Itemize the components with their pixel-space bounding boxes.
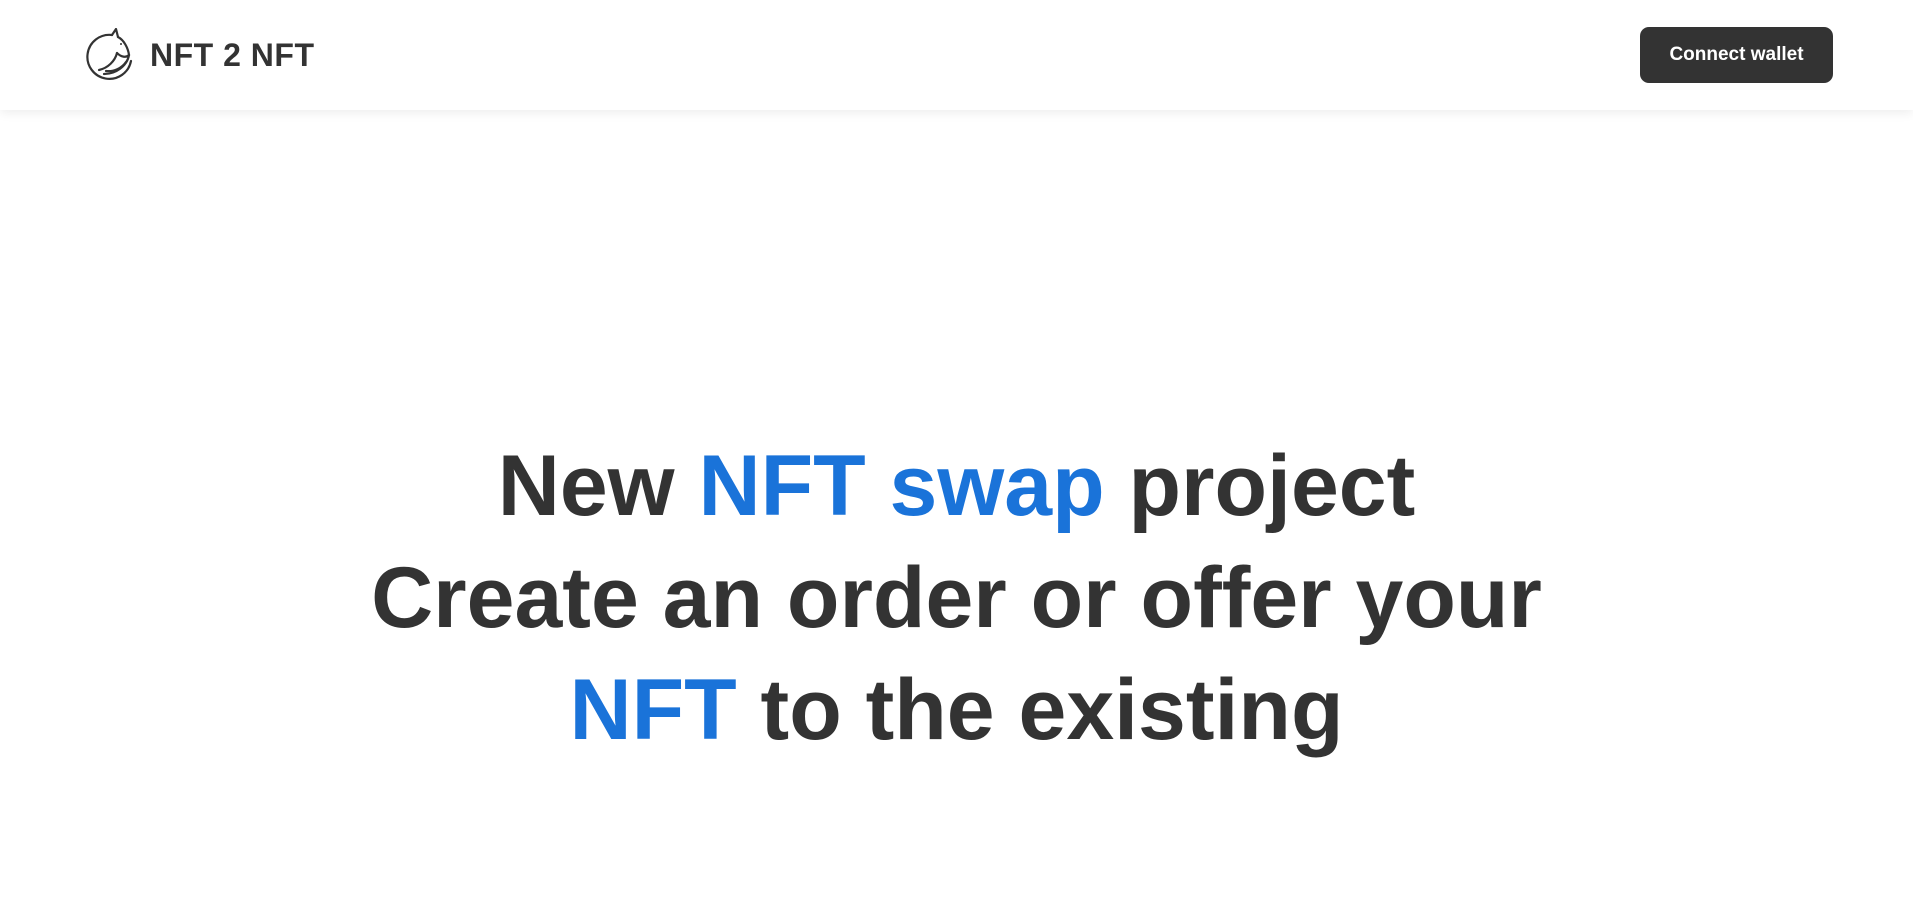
hero-accent-text: NFT — [569, 662, 737, 758]
hero-text: Create an order or offer your — [371, 550, 1542, 646]
hero-headline-line-2: Create an order or offer your — [0, 542, 1913, 654]
connect-wallet-button[interactable]: Connect wallet — [1640, 27, 1833, 83]
top-navbar: NFT 2 NFT Connect wallet — [0, 0, 1913, 110]
brand-name: NFT 2 NFT — [150, 36, 315, 73]
hero-accent-text: NFT swap — [698, 438, 1105, 534]
hero-headline-line-1: New NFT swap project — [0, 430, 1913, 542]
hero-text: project — [1104, 438, 1416, 534]
hero-section: New NFT swap project Create an order or … — [0, 430, 1913, 766]
hero-headline-line-3: NFT to the existing — [0, 654, 1913, 766]
brand-logo-link[interactable]: NFT 2 NFT — [82, 28, 314, 82]
hero-text: New — [497, 438, 699, 534]
unicorn-icon — [86, 28, 133, 80]
hero-text: to the existing — [736, 662, 1344, 758]
